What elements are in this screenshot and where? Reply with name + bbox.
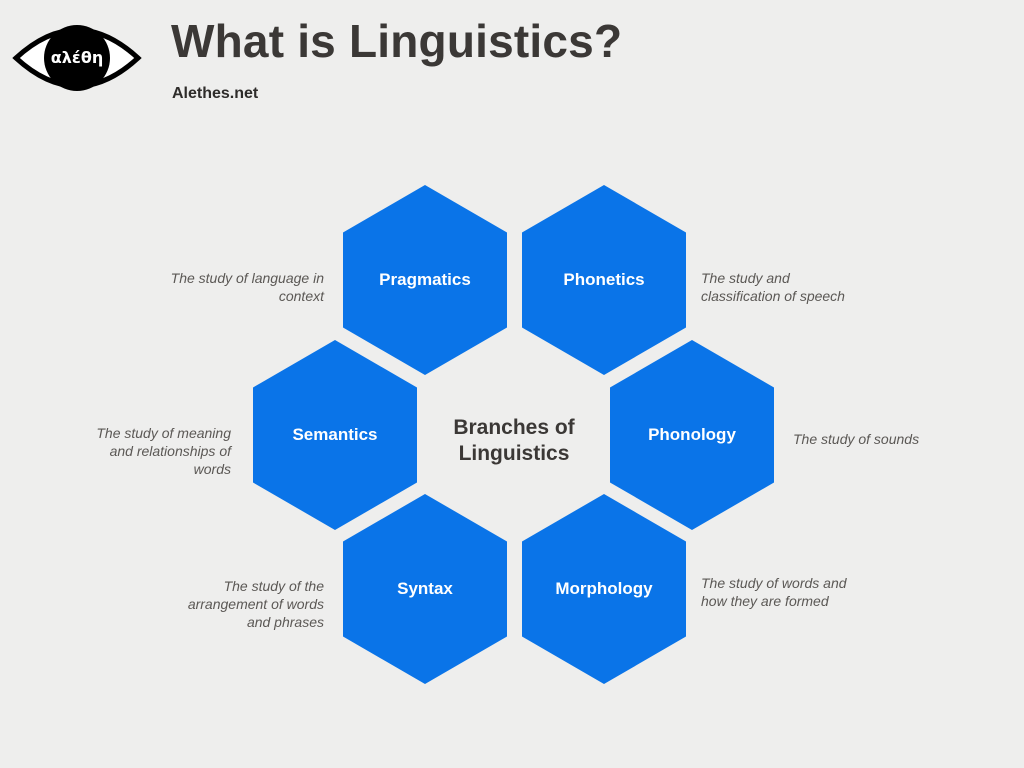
description-semantics: The study of meaning and relationships o… xyxy=(96,425,231,477)
description-phonology: The study of sounds xyxy=(793,431,920,447)
description-morphology: The study of words and how they are form… xyxy=(701,575,847,609)
hexagon-pragmatics: Pragmatics xyxy=(343,185,507,375)
hexagon-label-syntax: Syntax xyxy=(397,579,453,598)
hexagon-semantics: Semantics xyxy=(253,340,417,530)
hexagon-label-pragmatics: Pragmatics xyxy=(379,270,471,289)
alethes-logo: αλέθη xyxy=(12,16,142,100)
infographic-page: αλέθη What is Linguistics? Alethes.net P… xyxy=(0,0,1024,768)
hexagon-syntax: Syntax xyxy=(343,494,507,684)
site-name: Alethes.net xyxy=(172,85,259,102)
center-label: Branches of Linguistics xyxy=(453,416,575,465)
hexagon-phonology: Phonology xyxy=(610,340,774,530)
hexagon-label-semantics: Semantics xyxy=(292,425,378,444)
description-phonetics: The study and classification of speech xyxy=(701,270,845,304)
hexagon-phonetics: Phonetics xyxy=(522,185,686,375)
hexagon-label-morphology: Morphology xyxy=(555,579,653,598)
hexagon-label-phonology: Phonology xyxy=(648,425,736,444)
page-title: What is Linguistics? xyxy=(171,15,623,67)
hexagon-label-phonetics: Phonetics xyxy=(563,270,645,289)
description-pragmatics: The study of language in context xyxy=(170,270,324,304)
hexagon-morphology: Morphology xyxy=(522,494,686,684)
description-syntax: The study of the arrangement of words an… xyxy=(187,578,324,630)
logo-text: αλέθη xyxy=(50,48,104,67)
